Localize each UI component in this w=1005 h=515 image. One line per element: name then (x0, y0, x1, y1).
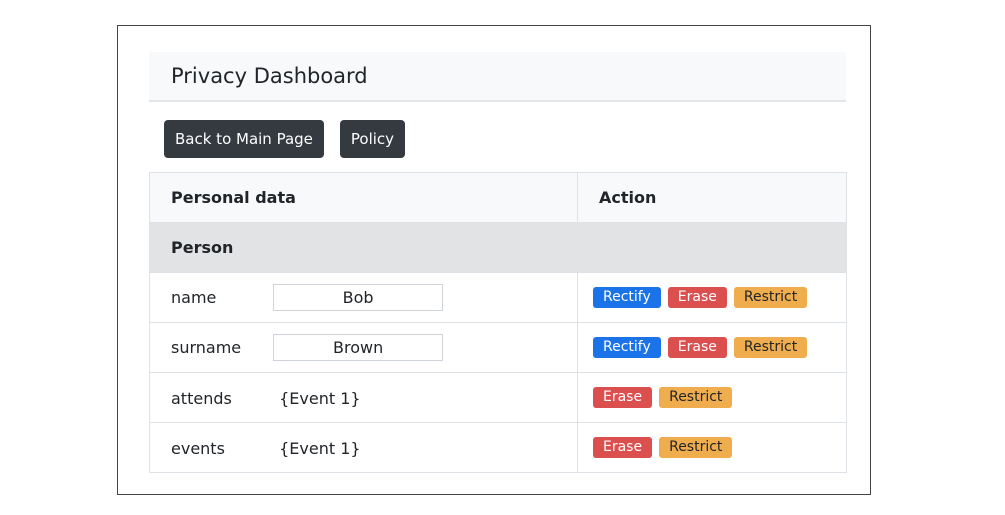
personal-data-table: Personal data Action Person name Rectify… (149, 172, 847, 473)
column-header-personal-data: Personal data (149, 172, 578, 223)
surname-field[interactable] (273, 334, 444, 361)
table-row: surname Rectify Erase Restrict (149, 322, 847, 373)
back-to-main-page-button[interactable]: Back to Main Page (164, 120, 324, 158)
table-row: events {Event 1} Erase Restrict (149, 422, 847, 473)
restrict-button[interactable]: Restrict (659, 437, 733, 458)
table-header-row: Personal data Action (149, 172, 847, 223)
rectify-button[interactable]: Rectify (593, 337, 661, 358)
action-cell: Erase Restrict (577, 422, 847, 473)
attends-value: {Event 1} (279, 388, 361, 408)
data-cell: events {Event 1} (149, 422, 578, 473)
erase-button[interactable]: Erase (593, 387, 653, 408)
column-header-action: Action (577, 172, 847, 223)
field-label-name: name (171, 288, 217, 307)
erase-button[interactable]: Erase (593, 437, 653, 458)
erase-button[interactable]: Erase (667, 337, 727, 358)
group-row-person: Person (149, 222, 847, 273)
toolbar: Back to Main Page Policy (164, 120, 406, 158)
name-field[interactable] (273, 284, 444, 311)
action-cell: Rectify Erase Restrict (577, 322, 847, 373)
action-cell: Erase Restrict (577, 372, 847, 423)
erase-button[interactable]: Erase (667, 287, 727, 308)
field-label-attends: attends (171, 388, 232, 408)
field-label-surname: surname (171, 338, 242, 357)
restrict-button[interactable]: Restrict (733, 337, 808, 358)
table-row: name Rectify Erase Restrict (149, 272, 847, 323)
dashboard-frame: Privacy Dashboard Back to Main Page Poli… (117, 25, 871, 495)
title-bar: Privacy Dashboard (149, 52, 846, 102)
group-label: Person (149, 222, 847, 273)
data-cell: name (149, 272, 578, 323)
restrict-button[interactable]: Restrict (659, 387, 733, 408)
rectify-button[interactable]: Rectify (593, 287, 661, 308)
table-row: attends {Event 1} Erase Restrict (149, 372, 847, 423)
data-cell: attends {Event 1} (149, 372, 578, 423)
page-title: Privacy Dashboard (171, 64, 368, 88)
action-cell: Rectify Erase Restrict (577, 272, 847, 323)
field-label-events: events (171, 438, 225, 458)
data-cell: surname (149, 322, 578, 373)
restrict-button[interactable]: Restrict (733, 287, 808, 308)
policy-button[interactable]: Policy (339, 120, 406, 158)
events-value: {Event 1} (279, 438, 361, 458)
